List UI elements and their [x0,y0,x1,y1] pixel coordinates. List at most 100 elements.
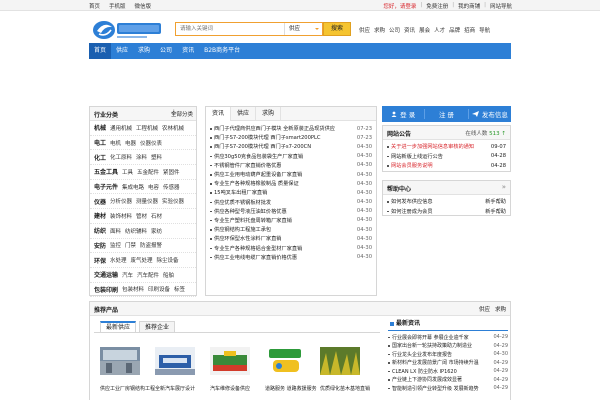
product-card[interactable]: 优质绿化苗木基地直销 [320,347,370,392]
category-row[interactable]: 交通运输 汽车 汽车配件 船舶 [90,268,196,283]
all-categories-link[interactable]: 全部分类 [171,110,193,118]
news-row[interactable]: 供应各种型号液压油缸价格优惠 04-30 [210,207,372,216]
news-row[interactable]: 供应环保型水性涂料厂家直销 04-30 [210,234,372,243]
login-button[interactable]: 登 录 [382,109,424,119]
product-image[interactable] [100,347,140,375]
news-title[interactable]: 西门子S7-200模块代理 西门子s7-200CN [210,143,311,150]
news-title[interactable]: 专业生产各种规格铝合金型材厂家直销 [210,245,302,252]
hot-link-7[interactable]: 招商 [464,26,475,34]
notice-row[interactable]: 网站新版上线运行公告 04-28 [383,152,510,162]
hot-link-5[interactable]: 人才 [434,26,445,34]
category-sub-link[interactable]: 纺织辅料 [125,227,147,235]
product-card[interactable]: 汽车维修设备供应 [210,347,250,392]
top-right-link-0[interactable]: 您好，请登录 [383,2,416,10]
category-row[interactable]: 电工 电机 电器 仪器仪表 [90,136,196,151]
news-row[interactable]: 西门子S7-200模块代理 西门子smart200PLC 07-23 [210,133,372,142]
category-sub-link[interactable]: 化工原料 [110,153,132,161]
category-row[interactable]: 五金工具 工具 五金配件 紧固件 [90,165,196,180]
category-sub-link[interactable]: 仪器仪表 [140,139,162,147]
hot-link-0[interactable]: 供应 [359,26,370,34]
product-card[interactable]: 供应工业厂房钢结构工程 [100,347,155,392]
category-row[interactable]: 仪器 分析仪器 测量仪器 实验仪器 [90,194,196,210]
category-sub-link[interactable]: 涂料 [136,153,147,161]
category-sub-link[interactable]: 分析仪器 [110,197,132,205]
news-row[interactable]: 西门子S7-200模块代理 西门子s7-200CN 04-30 [210,142,372,151]
hot-link-4[interactable]: 展会 [419,26,430,34]
category-sub-link[interactable]: 防盗报警 [140,241,162,249]
news-tab-1[interactable]: 供应 [231,107,257,121]
top-right-link-2[interactable]: 我的商铺 [458,2,480,10]
latest-title-text[interactable]: 行业龙头企业发布年度报告 [388,351,452,358]
product-card[interactable]: 道路服务 道路救援服务 [265,347,317,392]
category-main-label[interactable]: 安防 [94,241,106,250]
news-title[interactable]: 供应钢结构工程施工承包 [210,226,271,233]
category-row[interactable]: 建材 装饰材料 管材 石材 [90,209,196,224]
news-row[interactable]: 供应30g50克食品包装袋生产厂家直销 04-30 [210,152,372,161]
category-sub-link[interactable]: 包装材料 [122,285,144,293]
latest-row[interactable]: 行业展会即将开幕 参展企业逾千家 04-29 [388,333,508,342]
news-row[interactable]: 供应钢结构工程施工承包 04-30 [210,225,372,234]
category-main-label[interactable]: 机械 [94,123,106,132]
news-title[interactable]: 西门子代理商供应西门子模块 全新原装正品现货供应 [210,125,335,132]
latest-title-text[interactable]: CLEAN LX 防尘防水 IP1620 [388,368,457,375]
latest-row[interactable]: 新材料产业发展前景广阔 市场持续升温 04-29 [388,359,508,368]
category-sub-link[interactable]: 汽车配件 [137,271,159,279]
products-filter-0[interactable]: 供应 [479,305,490,313]
nav-item-5[interactable]: B2B商务平台 [199,43,245,59]
hot-link-2[interactable]: 公司 [389,26,400,34]
category-main-label[interactable]: 包装印刷 [94,285,118,294]
more-icon[interactable]: » [502,183,506,191]
news-row[interactable]: 西门子代理商供应西门子模块 全新原装正品现货供应 07-23 [210,124,372,133]
category-sub-link[interactable]: 通用机械 [110,124,132,132]
latest-row[interactable]: 智能制造引领产业转型升级 发展新趋势 04-29 [388,384,508,393]
hot-link-3[interactable]: 资讯 [404,26,415,34]
nav-item-4[interactable]: 资讯 [177,43,199,59]
product-subtab-0[interactable]: 最新供应 [100,321,136,332]
category-sub-link[interactable]: 标签 [174,285,185,293]
category-sub-link[interactable]: 农林机械 [162,124,184,132]
category-row[interactable]: 纺织 面料 纺织辅料 家纺 [90,224,196,239]
news-title[interactable]: 供应工业电线电缆厂家直销价格优惠 [210,254,297,261]
latest-title-text[interactable]: 国家出台新一轮扶持政策助力制造业 [388,342,472,349]
product-image[interactable] [320,347,360,375]
products-filter-1[interactable]: 求购 [495,305,506,313]
help-row[interactable]: 如何注册成为会员 新手帮助 [383,207,510,217]
help-title-text[interactable]: 如何发布供应信息 [387,198,433,205]
product-image[interactable] [155,347,195,375]
category-main-label[interactable]: 环保 [94,256,106,265]
category-sub-link[interactable]: 五金配件 [137,168,159,176]
notice-row[interactable]: 网站会员服务说明 04-28 [383,161,510,171]
latest-title-text[interactable]: 行业展会即将开幕 参展企业逾千家 [388,334,469,341]
latest-title-text[interactable]: 新材料产业发展前景广阔 市场持续升温 [388,359,479,366]
category-row[interactable]: 化工 化工原料 涂料 塑料 [90,150,196,166]
category-main-label[interactable]: 建材 [94,211,106,220]
latest-row[interactable]: CLEAN LX 防尘防水 IP1620 04-29 [388,367,508,376]
news-row[interactable]: 不锈钢管件厂家直销价格优惠 04-30 [210,161,372,170]
category-sub-link[interactable]: 除尘设备 [157,256,179,264]
top-link-0[interactable]: 首页 [89,2,100,10]
category-sub-link[interactable]: 印刷设备 [148,285,170,293]
category-main-label[interactable]: 电子元件 [94,182,118,191]
news-tab-0[interactable]: 资讯 [206,107,232,121]
hot-link-8[interactable]: 导航 [479,26,490,34]
category-sub-link[interactable]: 船舶 [163,271,174,279]
news-title[interactable]: 供应优质不锈钢板材批发 [210,199,271,206]
category-row[interactable]: 机械 通用机械 工程机械 农林机械 [90,121,196,136]
category-sub-link[interactable]: 塑料 [151,153,162,161]
top-right-link-1[interactable]: 免费注册 [426,2,448,10]
news-row[interactable]: 专业生产各种规格橡胶制品 质量保证 04-30 [210,179,372,188]
category-sub-link[interactable]: 电器 [125,139,136,147]
category-row[interactable]: 电子元件 集成电路 电容 传感器 [90,180,196,195]
news-row[interactable]: 供应工业用电动葫芦起重设备厂家直销 04-30 [210,170,372,179]
news-title[interactable]: 供应工业用电动葫芦起重设备厂家直销 [210,171,302,178]
product-image[interactable] [265,347,305,375]
hot-link-1[interactable]: 求购 [374,26,385,34]
category-sub-link[interactable]: 装饰材料 [110,212,132,220]
notice-title-text[interactable]: 网站会员服务说明 [387,162,433,169]
notice-title-text[interactable]: 关于进一步加强网站信息审核的通知 [387,143,474,150]
hot-link-6[interactable]: 品牌 [449,26,460,34]
category-sub-link[interactable]: 面料 [110,227,121,235]
category-sub-link[interactable]: 水处理 [110,256,127,264]
category-row[interactable]: 环保 水处理 废气处理 除尘设备 [90,253,196,268]
notice-row[interactable]: 关于进一步加强网站信息审核的通知 09-07 [383,142,510,152]
